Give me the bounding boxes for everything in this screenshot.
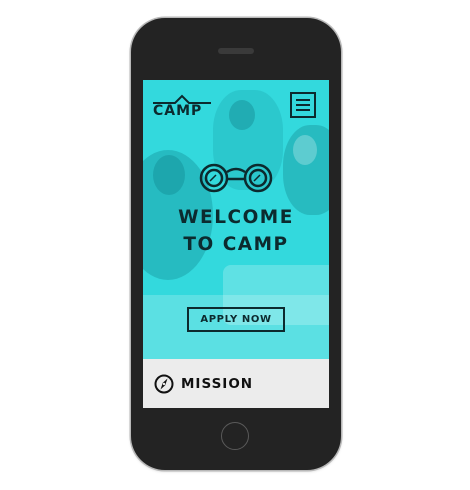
headline-line-1: WELCOME bbox=[178, 207, 294, 228]
logo-text: CAMP bbox=[153, 103, 203, 119]
hero-headline: WELCOME TO CAMP bbox=[143, 204, 329, 258]
binoculars-icon bbox=[199, 163, 273, 193]
page: CAMP WELCOME TO CAMP APPLY NOW MISSION bbox=[0, 0, 470, 490]
menu-button[interactable] bbox=[290, 92, 316, 118]
hamburger-icon bbox=[296, 99, 310, 101]
home-button[interactable] bbox=[221, 422, 249, 450]
hero-photo-shape bbox=[153, 155, 185, 195]
compass-icon bbox=[154, 374, 174, 394]
hero-photo-shape bbox=[293, 135, 317, 165]
phone-screen: CAMP WELCOME TO CAMP APPLY NOW MISSION bbox=[143, 80, 329, 408]
mission-section[interactable]: MISSION bbox=[143, 359, 329, 408]
headline-line-2: TO CAMP bbox=[183, 234, 289, 255]
hamburger-icon-line bbox=[296, 109, 310, 111]
hero-photo-shape bbox=[229, 100, 255, 130]
hero-section: CAMP WELCOME TO CAMP APPLY NOW bbox=[143, 80, 329, 359]
hamburger-icon-line bbox=[296, 104, 310, 106]
camp-logo[interactable]: CAMP bbox=[153, 94, 211, 120]
mission-label: MISSION bbox=[181, 376, 254, 392]
apply-now-button[interactable]: APPLY NOW bbox=[187, 307, 285, 332]
phone-earpiece bbox=[218, 48, 254, 54]
